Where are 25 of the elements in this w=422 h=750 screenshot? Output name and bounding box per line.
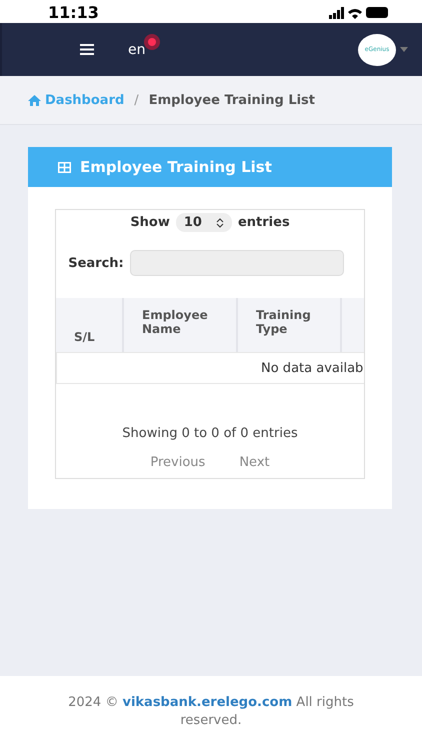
page-size-select[interactable]: 10 xyxy=(176,213,232,232)
copyright-text: 2024 © vikasbank.erelego.com All rights reserved. xyxy=(67,694,355,730)
show-label: Show xyxy=(130,215,170,230)
card-header: Employee Training List xyxy=(28,147,392,187)
empty-message: No data availab xyxy=(56,352,364,384)
caret-icon[interactable] xyxy=(400,47,408,52)
entries-label: entries xyxy=(238,215,290,230)
wifi-icon xyxy=(348,7,362,19)
table-icon xyxy=(58,162,71,172)
breadcrumb-separator: / xyxy=(134,92,139,108)
search-field[interactable] xyxy=(130,250,344,276)
column-header[interactable]: S/L xyxy=(56,298,124,352)
column-header[interactable]: Training Type xyxy=(238,298,342,352)
breadcrumb-current: Employee Training List xyxy=(148,92,316,108)
sort-arrows-icon xyxy=(216,218,224,228)
table-info: Showing 0 to 0 of 0 entries xyxy=(122,426,298,441)
status-time: 11:13 xyxy=(48,5,99,21)
site-link[interactable]: vikasbank.erelego.com xyxy=(122,695,292,710)
language-selector[interactable]: en xyxy=(128,42,146,58)
column-header[interactable]: Employee Name xyxy=(124,298,238,352)
home-icon xyxy=(28,94,41,106)
search-label: Search: xyxy=(68,256,124,270)
battery-icon xyxy=(366,7,388,18)
menu-icon[interactable] xyxy=(80,44,94,55)
signal-icon xyxy=(329,7,344,19)
